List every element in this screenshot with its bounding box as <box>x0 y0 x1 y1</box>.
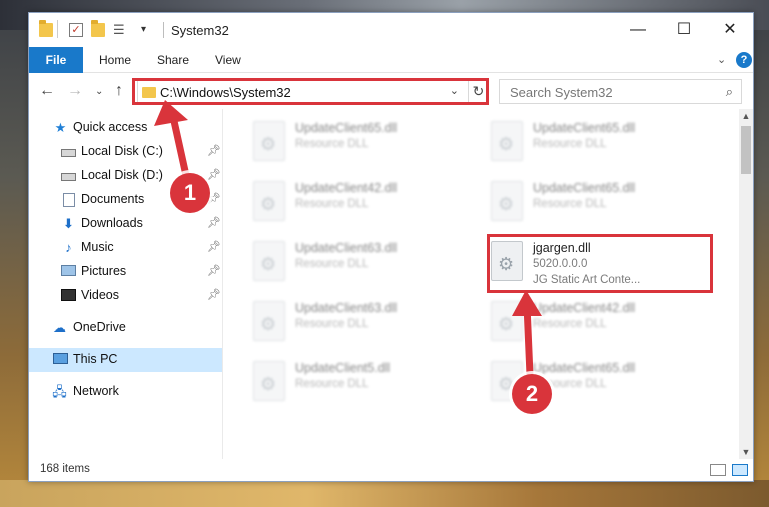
tab-home[interactable]: Home <box>99 47 131 73</box>
sidebar-item-onedrive[interactable]: ☁ OneDrive <box>29 316 222 340</box>
navigation-bar: ← → ⌄ ↑ C:\Windows\System32 ⌄ ↻ Search S… <box>29 74 753 108</box>
file-item[interactable]: UpdateClient65.dll Resource DLL <box>487 177 717 233</box>
computer-icon <box>53 353 68 364</box>
search-icon[interactable]: ⌕ <box>726 84 733 100</box>
folder-icon <box>39 20 53 37</box>
new-folder-icon[interactable] <box>91 20 105 37</box>
pin-icon[interactable]: 📌︎ <box>207 288 221 301</box>
navigation-pane: ★ Quick access Local Disk (C:) 📌︎ Local … <box>29 109 222 459</box>
expand-ribbon-icon[interactable]: ⌄ <box>717 53 726 66</box>
recent-locations-icon[interactable]: ⌄ <box>95 86 103 97</box>
desktop-background-bottom <box>0 480 769 507</box>
title-divider <box>57 20 58 38</box>
sidebar-item-music[interactable]: ♪ Music 📌︎ <box>29 236 222 260</box>
address-highlight-box <box>132 78 489 105</box>
properties-icon[interactable]: ✓ <box>69 23 83 37</box>
dll-file-icon <box>491 121 523 161</box>
picture-icon <box>61 265 76 276</box>
minimize-button[interactable]: — <box>615 13 661 47</box>
pin-icon[interactable]: 📌︎ <box>207 240 221 253</box>
file-item[interactable]: UpdateClient65.dll Resource DLL <box>249 117 479 173</box>
back-arrow-icon[interactable]: ← <box>39 82 55 100</box>
up-arrow-icon[interactable]: ↑ <box>115 82 123 100</box>
title-separator <box>163 22 164 38</box>
window-title: System32 <box>171 23 229 38</box>
status-bar: 168 items <box>29 459 753 481</box>
pin-icon[interactable]: 📌︎ <box>207 216 221 229</box>
sidebar-item-videos[interactable]: Videos 📌︎ <box>29 284 222 308</box>
scroll-up-icon[interactable]: ▲ <box>739 109 753 123</box>
item-count: 168 items <box>40 463 90 475</box>
document-icon <box>63 193 75 207</box>
disk-icon <box>61 149 76 157</box>
pin-icon[interactable]: 📌︎ <box>207 144 221 157</box>
close-button[interactable]: ✕ <box>707 13 753 47</box>
title-bar: ✓ ☰ ▾ System32 — ☐ ✕ <box>29 13 753 47</box>
customize-toolbar-icon[interactable]: ☰ <box>113 23 127 37</box>
sidebar-item-network[interactable]: 🖧︎ Network <box>29 380 222 404</box>
dll-file-icon <box>253 361 285 401</box>
dll-file-icon <box>491 301 523 341</box>
dll-file-icon <box>253 121 285 161</box>
tab-file[interactable]: File <box>29 47 83 73</box>
file-item[interactable]: UpdateClient42.dll Resource DLL <box>487 297 717 353</box>
sidebar-item-local-disk-c[interactable]: Local Disk (C:) 📌︎ <box>29 140 222 164</box>
file-item[interactable]: UpdateClient5.dll Resource DLL <box>249 357 479 413</box>
explorer-window: ✓ ☰ ▾ System32 — ☐ ✕ File Home Share Vie… <box>28 12 754 482</box>
forward-arrow-icon[interactable]: → <box>67 82 83 100</box>
dll-file-icon <box>253 241 285 281</box>
search-box[interactable]: Search System32 ⌕ <box>499 79 742 104</box>
tab-view[interactable]: View <box>215 47 241 73</box>
network-icon: 🖧︎ <box>52 384 67 399</box>
file-item[interactable]: UpdateClient65.dll Resource DLL <box>487 117 717 173</box>
scroll-down-icon[interactable]: ▼ <box>739 445 753 459</box>
sidebar-item-quick-access[interactable]: ★ Quick access <box>29 116 222 140</box>
sidebar-item-this-pc[interactable]: This PC <box>29 348 222 372</box>
step-1-badge: 1 <box>170 173 210 213</box>
help-icon[interactable]: ? <box>736 52 752 68</box>
ribbon-tabs: File Home Share View ⌄ ? <box>29 47 753 73</box>
sidebar-item-pictures[interactable]: Pictures 📌︎ <box>29 260 222 284</box>
scroll-thumb[interactable] <box>741 126 751 174</box>
tab-share[interactable]: Share <box>157 47 189 73</box>
details-view-icon[interactable] <box>710 464 726 476</box>
music-icon: ♪ <box>65 240 72 255</box>
file-item[interactable]: UpdateClient63.dll Resource DLL <box>249 237 479 293</box>
vertical-scrollbar[interactable]: ▲ ▼ <box>739 109 753 459</box>
file-highlight-box <box>487 234 713 293</box>
dll-file-icon <box>491 181 523 221</box>
disk-icon <box>61 173 76 181</box>
pin-icon[interactable]: 📌︎ <box>207 168 221 181</box>
download-icon: ⬇ <box>63 216 74 231</box>
file-item[interactable]: UpdateClient63.dll Resource DLL <box>249 297 479 353</box>
step-2-badge: 2 <box>512 374 552 414</box>
dll-file-icon <box>253 301 285 341</box>
qat-dropdown-icon[interactable]: ▾ <box>141 23 155 37</box>
large-icons-view-icon[interactable] <box>732 464 748 476</box>
maximize-button[interactable]: ☐ <box>661 13 707 47</box>
pin-icon[interactable]: 📌︎ <box>207 264 221 277</box>
star-icon: ★ <box>54 120 67 135</box>
file-item[interactable]: UpdateClient42.dll Resource DLL <box>249 177 479 233</box>
sidebar-item-downloads[interactable]: ⬇ Downloads 📌︎ <box>29 212 222 236</box>
dll-file-icon <box>253 181 285 221</box>
video-icon <box>61 289 76 301</box>
search-input[interactable]: Search System32 <box>510 85 613 100</box>
cloud-icon: ☁ <box>53 320 66 335</box>
